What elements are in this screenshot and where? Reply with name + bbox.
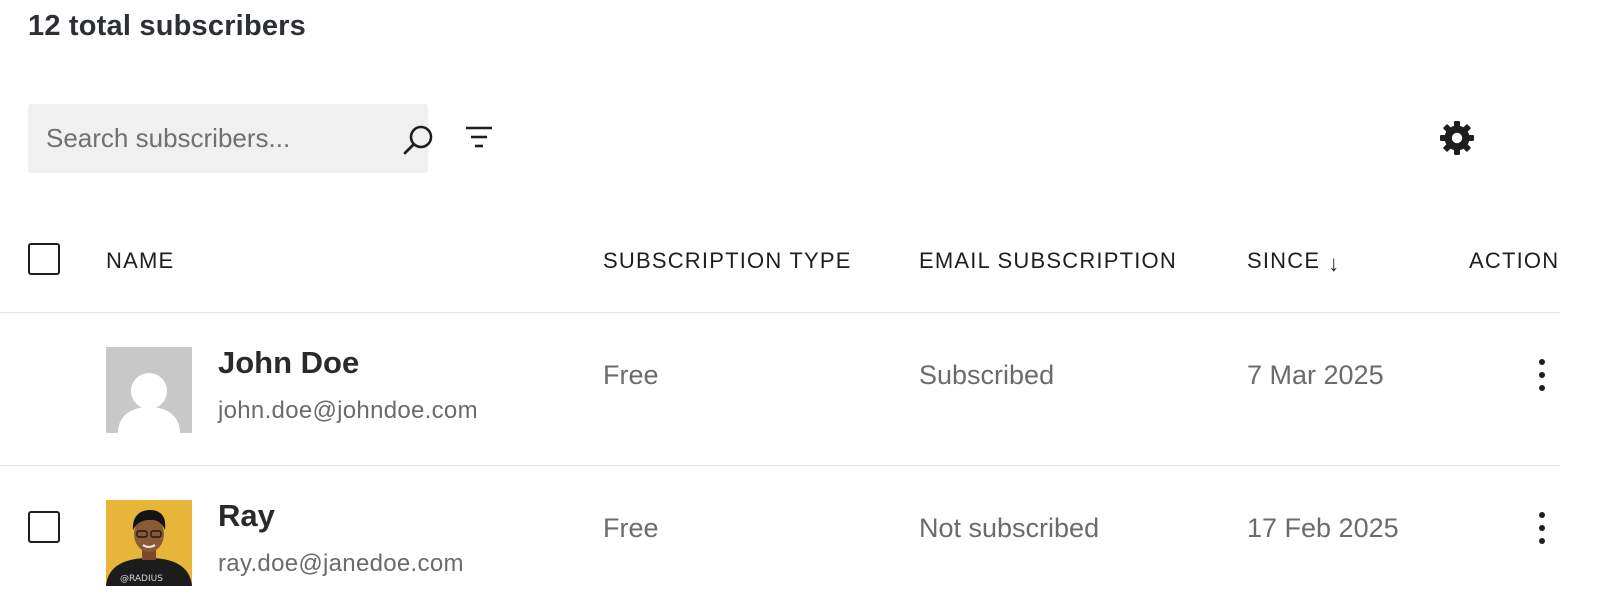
table-row: John Doe john.doe@johndoe.com Free Subsc… [0,313,1560,466]
search-input[interactable] [46,104,356,173]
default-avatar [106,347,192,433]
shirt-text: @RADIUS [120,574,163,584]
select-all-checkbox[interactable] [28,243,60,275]
photo-avatar: @RADIUS [106,500,192,586]
column-header-since[interactable]: SINCE ↓ [1247,248,1340,277]
search-icon[interactable] [402,123,436,157]
gear-icon[interactable] [1439,120,1475,156]
subscriber-name[interactable]: Ray [218,498,275,534]
sort-descending-icon: ↓ [1328,251,1341,276]
subscription-type-cell: Free [603,513,659,543]
search-box[interactable] [28,104,433,173]
table-header-row: NAME SUBSCRIPTION TYPE EMAIL SUBSCRIPTIO… [0,210,1560,313]
subscriber-name[interactable]: John Doe [218,345,359,381]
column-header-name[interactable]: NAME [106,248,174,274]
table-row: @RADIUS Ray ray.doe@janedoe.com Free Not… [0,466,1560,601]
subscriber-email: john.doe@johndoe.com [218,397,478,424]
column-header-subscription-type[interactable]: SUBSCRIPTION TYPE [603,248,852,274]
column-header-email-subscription[interactable]: EMAIL SUBSCRIPTION [919,248,1177,274]
email-subscription-cell: Subscribed [919,360,1055,390]
email-subscription-cell: Not subscribed [919,513,1100,543]
subscribers-page: 12 total subscribers NAME SUBSCRIPTION T… [0,0,1600,601]
more-actions-icon[interactable] [1530,508,1554,548]
subscription-type-cell: Free [603,360,659,390]
since-date-cell: 7 Mar 2025 [1247,360,1384,390]
total-subscribers-title: 12 total subscribers [28,10,306,42]
filter-icon[interactable] [463,122,495,154]
column-header-since-label: SINCE [1247,248,1321,273]
since-date-cell: 17 Feb 2025 [1247,513,1399,543]
subscriber-email: ray.doe@janedoe.com [218,550,464,577]
column-header-actions: ACTIONS [1469,248,1560,273]
row-select-checkbox[interactable] [28,511,60,543]
more-actions-icon[interactable] [1530,355,1554,395]
subscribers-table: NAME SUBSCRIPTION TYPE EMAIL SUBSCRIPTIO… [0,210,1560,601]
